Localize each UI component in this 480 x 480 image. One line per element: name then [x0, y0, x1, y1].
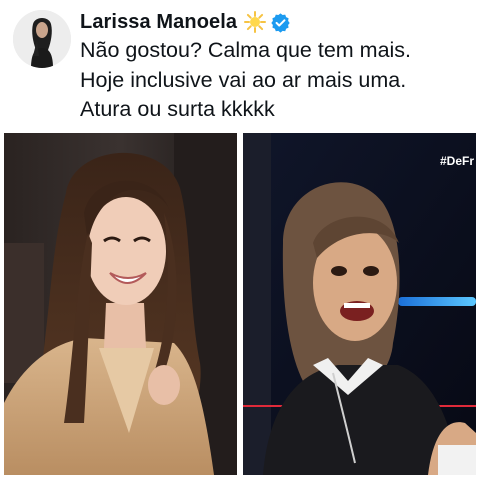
author-name-row: Larissa Manoela: [80, 9, 291, 35]
tweet-line: Hoje inclusive vai ao ar mais uma.: [80, 67, 407, 92]
tweet-text: Não gostou? Calma que tem mais. Hoje inc…: [80, 36, 475, 125]
tv-hashtag-overlay: #DeFr: [439, 154, 474, 168]
tv-screenshot-photo[interactable]: #DeFr: [243, 133, 476, 475]
avatar-image: [13, 10, 71, 68]
avatar[interactable]: [13, 10, 71, 68]
verified-icon: [270, 12, 291, 33]
sun-icon: [244, 11, 267, 33]
tweet-line: Não gostou? Calma que tem mais.: [80, 38, 412, 62]
author-name[interactable]: Larissa Manoela: [80, 11, 237, 34]
tweet-line: Atura ou surta kkkkk: [80, 97, 275, 121]
tweet-header: Larissa Manoela Não gostou? Calma que te…: [0, 0, 480, 132]
smiling-woman-photo[interactable]: [4, 133, 237, 475]
